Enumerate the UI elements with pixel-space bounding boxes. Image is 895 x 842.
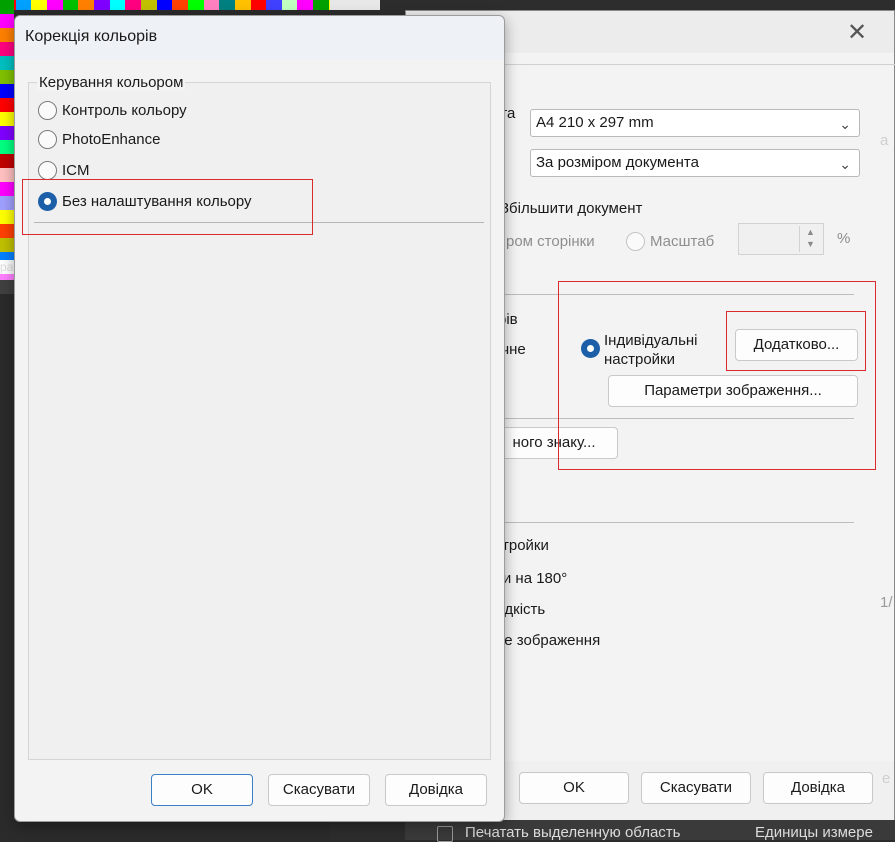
app-fragment: 1/ (880, 594, 893, 611)
icm-label[interactable]: ICM (62, 162, 90, 179)
help-button[interactable]: Довідка (385, 774, 487, 806)
palette-swatch (281, 0, 298, 10)
paper-size-value: A4 210 x 297 mm (536, 114, 654, 131)
icm-radio[interactable] (38, 161, 57, 180)
palette-swatch (219, 0, 235, 10)
palette-swatch (0, 14, 14, 28)
additional-settings-label: тройки (502, 537, 549, 554)
palette-swatch (0, 56, 14, 70)
palette-swatch (250, 0, 267, 10)
palette-swatch (234, 0, 251, 10)
palette-swatch (31, 0, 47, 10)
underlying-app-options: Печатать выделенную область Единицы изме… (405, 820, 895, 842)
percent-label: % (837, 230, 851, 247)
palette-swatch (0, 196, 14, 210)
color-correction-dialog: Корекція кольорів Керування кольором Кон… (14, 15, 505, 822)
palette-swatch (297, 0, 314, 10)
close-icon[interactable]: ✕ (843, 19, 871, 47)
color-control-radio[interactable] (38, 101, 57, 120)
palette-swatch (125, 0, 141, 10)
app-fragment: е (882, 770, 891, 787)
dialog-titlebar: Корекція кольорів (15, 16, 504, 60)
palette-swatch (0, 42, 14, 56)
photoenhance-radio[interactable] (38, 130, 57, 149)
palette-swatch (0, 70, 14, 84)
palette-swatch (0, 168, 14, 182)
scale-label: Масштаб (650, 233, 715, 250)
color-control-label[interactable]: Контроль кольору (62, 102, 187, 119)
palette-swatch (313, 0, 329, 10)
palette-swatch (15, 0, 32, 10)
palette-swatch (0, 28, 14, 42)
scale-radio[interactable] (626, 232, 645, 251)
app-fragment: а (880, 132, 889, 149)
palette-swatch (0, 154, 14, 168)
palette-swatch (203, 0, 220, 10)
cancel-button[interactable]: Скасувати (641, 772, 751, 804)
palette-swatch (0, 280, 14, 294)
photoenhance-label[interactable]: PhotoEnhance (62, 131, 160, 148)
palette-swatch (0, 98, 14, 112)
section-divider (501, 522, 854, 523)
dialog-footer: OK Скасувати Довідка (15, 761, 504, 821)
palette-swatch (93, 0, 110, 10)
highlight-box-advanced (726, 311, 866, 371)
scale-spinner[interactable]: ▲ ▼ (738, 223, 824, 255)
layout-select[interactable]: За розміром документа ⌄ (530, 149, 860, 177)
palette-swatch (156, 0, 173, 10)
color-palette (0, 0, 14, 294)
palette-swatch (0, 84, 14, 98)
print-selection-label: Печатать выделенную область (465, 824, 681, 841)
fit-page-option[interactable]: ром сторінки (506, 233, 595, 250)
color-palette-top (0, 0, 361, 10)
palette-swatch (62, 0, 79, 10)
enlarge-document-label[interactable]: Збільшити документ (500, 200, 642, 217)
chevron-down-icon: ⌄ (839, 156, 851, 172)
highlight-box-no-color (22, 179, 313, 235)
palette-swatch (78, 0, 94, 10)
palette-swatch (172, 0, 188, 10)
palette-swatch (0, 224, 14, 238)
highlight-box-color-section (558, 281, 876, 470)
palette-swatch (109, 0, 126, 10)
cancel-button[interactable]: Скасувати (268, 774, 370, 806)
palette-swatch (266, 0, 282, 10)
palette-swatch (0, 210, 14, 224)
group-title: Керування кольором (37, 74, 186, 91)
palette-swatch (46, 0, 63, 10)
paper-size-select[interactable]: A4 210 x 297 mm ⌄ (530, 109, 860, 137)
ok-button[interactable]: OK (151, 774, 253, 806)
palette-swatch (0, 182, 14, 196)
palette-swatch (187, 0, 204, 10)
ok-button[interactable]: OK (519, 772, 629, 804)
dialog-title: Корекція кольорів (25, 28, 158, 45)
palette-swatch (0, 126, 14, 140)
mirror-image-option[interactable]: не зображення (496, 632, 600, 649)
palette-swatch (0, 0, 14, 14)
chevron-down-icon: ⌄ (839, 116, 851, 132)
ruler-stub (330, 0, 380, 10)
cropped-label: ра (0, 260, 14, 274)
palette-swatch (0, 238, 14, 252)
spinner-arrows-icon[interactable]: ▲ ▼ (799, 226, 821, 252)
layout-value: За розміром документа (536, 154, 699, 171)
palette-swatch (0, 112, 14, 126)
help-button[interactable]: Довідка (763, 772, 873, 804)
palette-swatch (140, 0, 157, 10)
rotate-180-option[interactable]: ти на 180° (496, 570, 567, 587)
palette-swatch (0, 140, 14, 154)
units-label: Единицы измере (755, 824, 873, 841)
